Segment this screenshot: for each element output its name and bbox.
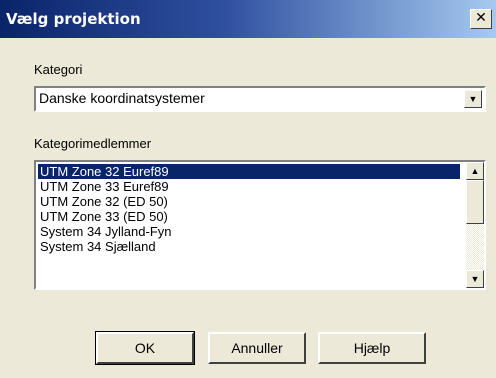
category-dropdown-button[interactable]: ▼ — [464, 90, 482, 108]
category-combobox[interactable]: Danske koordinatsystemer ▼ — [34, 86, 486, 112]
list-item[interactable]: UTM Zone 33 Euref89 — [38, 179, 460, 194]
scroll-up-icon: ▲ — [470, 166, 480, 176]
members-listbox[interactable]: UTM Zone 32 Euref89 UTM Zone 33 Euref89 … — [34, 160, 486, 290]
close-icon: ✕ — [475, 10, 487, 26]
chevron-down-icon: ▼ — [468, 94, 478, 104]
category-label: Kategori — [34, 62, 83, 77]
ok-button[interactable]: OK — [95, 331, 195, 365]
help-button[interactable]: Hjælp — [318, 332, 426, 364]
members-label: Kategorimedlemmer — [34, 136, 152, 151]
list-item[interactable]: UTM Zone 32 Euref89 — [38, 164, 460, 179]
scroll-thumb[interactable] — [466, 180, 484, 224]
title-bar[interactable]: Vælg projektion ✕ — [0, 0, 496, 38]
category-selected-value: Danske koordinatsystemer — [39, 90, 205, 106]
window-title: Vælg projektion — [6, 10, 141, 28]
scroll-up-button[interactable]: ▲ — [466, 162, 484, 180]
list-item[interactable]: UTM Zone 33 (ED 50) — [38, 209, 460, 224]
scroll-down-button[interactable]: ▼ — [466, 270, 484, 288]
list-item[interactable]: System 34 Sjælland — [38, 239, 460, 254]
scroll-down-icon: ▼ — [470, 274, 480, 284]
list-item[interactable]: System 34 Jylland-Fyn — [38, 224, 460, 239]
close-button[interactable]: ✕ — [470, 9, 492, 29]
list-item[interactable]: UTM Zone 32 (ED 50) — [38, 194, 460, 209]
vertical-scrollbar[interactable]: ▲ ▼ — [466, 162, 484, 288]
cancel-button[interactable]: Annuller — [208, 332, 306, 364]
